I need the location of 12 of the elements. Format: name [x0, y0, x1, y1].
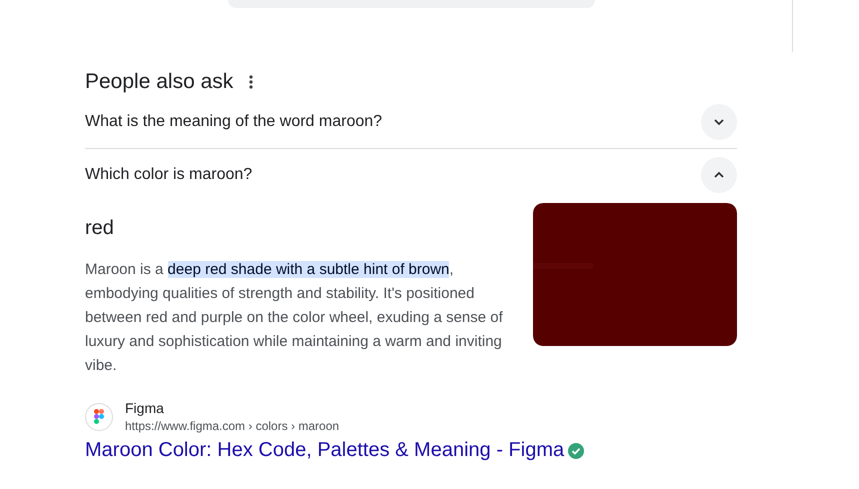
expand-button[interactable] [701, 104, 737, 140]
question-text[interactable]: What is the meaning of the word maroon? [85, 113, 382, 131]
site-name: Figma [125, 400, 165, 416]
answer-heading: red [85, 217, 115, 240]
question-text[interactable]: Which color is maroon? [85, 166, 252, 184]
more-options-icon[interactable] [249, 75, 254, 89]
answer-snippet: Maroon is a deep red shade with a subtle hint of brown, embodying qualities of strength and stability. It's positioned between red and purple on the color wheel, exuding a sense of luxury and sophistication while maintaining a warm and inviting vibe. [85, 260, 503, 376]
site-url: https://www.figma.com › colors › maroon [125, 419, 340, 433]
figma-logo-icon [85, 402, 113, 430]
section-title: People also ask [85, 70, 234, 94]
result-link[interactable]: Maroon Color: Hex Code, Palettes & Meaning - Figma [85, 439, 564, 462]
expand-button[interactable] [701, 157, 737, 193]
